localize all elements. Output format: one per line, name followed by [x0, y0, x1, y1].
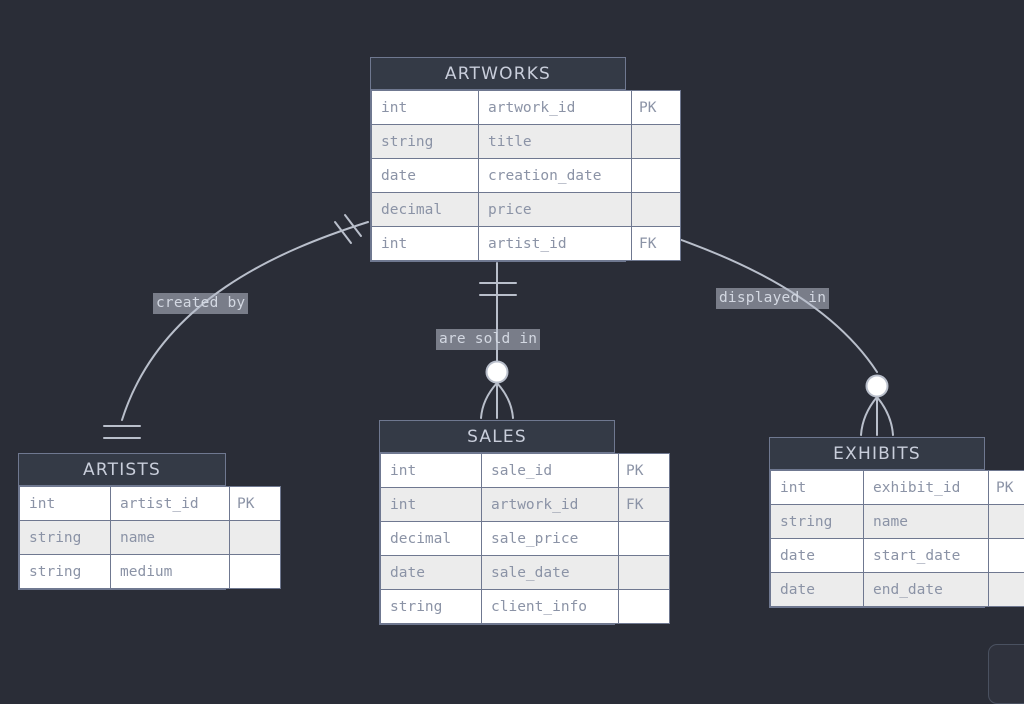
- attribute-table: intartist_idPKstringnamestringmedium: [19, 486, 281, 589]
- attribute-name: name: [864, 505, 989, 539]
- attribute-key: [619, 522, 670, 556]
- marker-created-by-artworks-exactly-one: [335, 215, 361, 243]
- attribute-type: string: [381, 590, 482, 624]
- attribute-type: string: [20, 521, 111, 555]
- attribute-name: creation_date: [479, 159, 632, 193]
- attribute-row: dateend_date: [771, 573, 1024, 607]
- attribute-type: decimal: [381, 522, 482, 556]
- marker-are-sold-in-artworks-exactly-one: [480, 283, 516, 295]
- attribute-row: stringname: [771, 505, 1024, 539]
- attribute-row: intartwork_idPK: [372, 91, 681, 125]
- attribute-key: [632, 193, 681, 227]
- attribute-name: start_date: [864, 539, 989, 573]
- attribute-type: decimal: [372, 193, 479, 227]
- attribute-name: exhibit_id: [864, 471, 989, 505]
- attribute-type: int: [381, 488, 482, 522]
- link-created-by: [122, 222, 368, 420]
- attribute-key: PK: [632, 91, 681, 125]
- attribute-key: FK: [632, 227, 681, 261]
- attribute-type: int: [771, 471, 864, 505]
- marker-created-by-artists-exactly-one: [104, 426, 140, 438]
- attribute-name: artist_id: [111, 487, 230, 521]
- attribute-key: PK: [230, 487, 281, 521]
- marker-displayed-in-exhibits-zero: [867, 376, 888, 397]
- attribute-name: client_info: [482, 590, 619, 624]
- attribute-type: int: [20, 487, 111, 521]
- relationship-label-created-by: created by: [153, 293, 248, 314]
- attribute-name: artwork_id: [482, 488, 619, 522]
- attribute-name: sale_price: [482, 522, 619, 556]
- attribute-type: string: [771, 505, 864, 539]
- attribute-row: intartist_idPK: [20, 487, 281, 521]
- attribute-key: [619, 556, 670, 590]
- attribute-row: datestart_date: [771, 539, 1024, 573]
- attribute-row: intartist_idFK: [372, 227, 681, 261]
- attribute-key: [989, 505, 1024, 539]
- attribute-name: artwork_id: [479, 91, 632, 125]
- attribute-name: sale_id: [482, 454, 619, 488]
- entity-sales[interactable]: SALESintsale_idPKintartwork_idFKdecimals…: [379, 420, 615, 625]
- attribute-row: decimalsale_price: [381, 522, 670, 556]
- attribute-row: decimalprice: [372, 193, 681, 227]
- attribute-row: datecreation_date: [372, 159, 681, 193]
- attribute-type: int: [372, 91, 479, 125]
- attribute-row: datesale_date: [381, 556, 670, 590]
- marker-are-sold-in-sales-zero: [487, 362, 508, 383]
- entity-title-artworks: ARTWORKS: [371, 58, 625, 90]
- attribute-row: stringmedium: [20, 555, 281, 589]
- entity-exhibits[interactable]: EXHIBITSintexhibit_idPKstringnamedatesta…: [769, 437, 985, 608]
- attribute-key: PK: [619, 454, 670, 488]
- diagram-canvas: ARTWORKSintartwork_idPKstringtitledatecr…: [0, 0, 1024, 659]
- relationship-label-are-sold-in: are sold in: [436, 329, 540, 350]
- attribute-key: [632, 125, 681, 159]
- attribute-type: string: [20, 555, 111, 589]
- attribute-name: price: [479, 193, 632, 227]
- attribute-key: PK: [989, 471, 1024, 505]
- attribute-type: int: [372, 227, 479, 261]
- attribute-type: string: [372, 125, 479, 159]
- attribute-type: date: [771, 539, 864, 573]
- attribute-key: [989, 539, 1024, 573]
- attribute-key: FK: [619, 488, 670, 522]
- attribute-key: [632, 159, 681, 193]
- attribute-key: [619, 590, 670, 624]
- marker-are-sold-in-sales-many: [481, 383, 513, 418]
- attribute-type: date: [771, 573, 864, 607]
- attribute-type: date: [381, 556, 482, 590]
- attribute-table: intexhibit_idPKstringnamedatestart_dated…: [770, 470, 1024, 607]
- attribute-name: sale_date: [482, 556, 619, 590]
- attribute-table: intartwork_idPKstringtitledatecreation_d…: [371, 90, 681, 261]
- attribute-type: int: [381, 454, 482, 488]
- attribute-key: [230, 521, 281, 555]
- attribute-row: stringname: [20, 521, 281, 555]
- entity-artists[interactable]: ARTISTSintartist_idPKstringnamestringmed…: [18, 453, 226, 590]
- attribute-row: stringtitle: [372, 125, 681, 159]
- attribute-row: intartwork_idFK: [381, 488, 670, 522]
- attribute-name: artist_id: [479, 227, 632, 261]
- corner-panel[interactable]: [988, 644, 1024, 704]
- entity-title-artists: ARTISTS: [19, 454, 225, 486]
- attribute-row: intsale_idPK: [381, 454, 670, 488]
- attribute-name: name: [111, 521, 230, 555]
- attribute-name: medium: [111, 555, 230, 589]
- marker-displayed-in-exhibits-many: [861, 397, 893, 435]
- entity-title-exhibits: EXHIBITS: [770, 438, 984, 470]
- attribute-name: title: [479, 125, 632, 159]
- entity-title-sales: SALES: [380, 421, 614, 453]
- attribute-type: date: [372, 159, 479, 193]
- attribute-table: intsale_idPKintartwork_idFKdecimalsale_p…: [380, 453, 670, 624]
- relationship-label-displayed-in: displayed in: [716, 288, 829, 309]
- attribute-row: stringclient_info: [381, 590, 670, 624]
- attribute-key: [989, 573, 1024, 607]
- attribute-key: [230, 555, 281, 589]
- attribute-name: end_date: [864, 573, 989, 607]
- attribute-row: intexhibit_idPK: [771, 471, 1024, 505]
- entity-artworks[interactable]: ARTWORKSintartwork_idPKstringtitledatecr…: [370, 57, 626, 262]
